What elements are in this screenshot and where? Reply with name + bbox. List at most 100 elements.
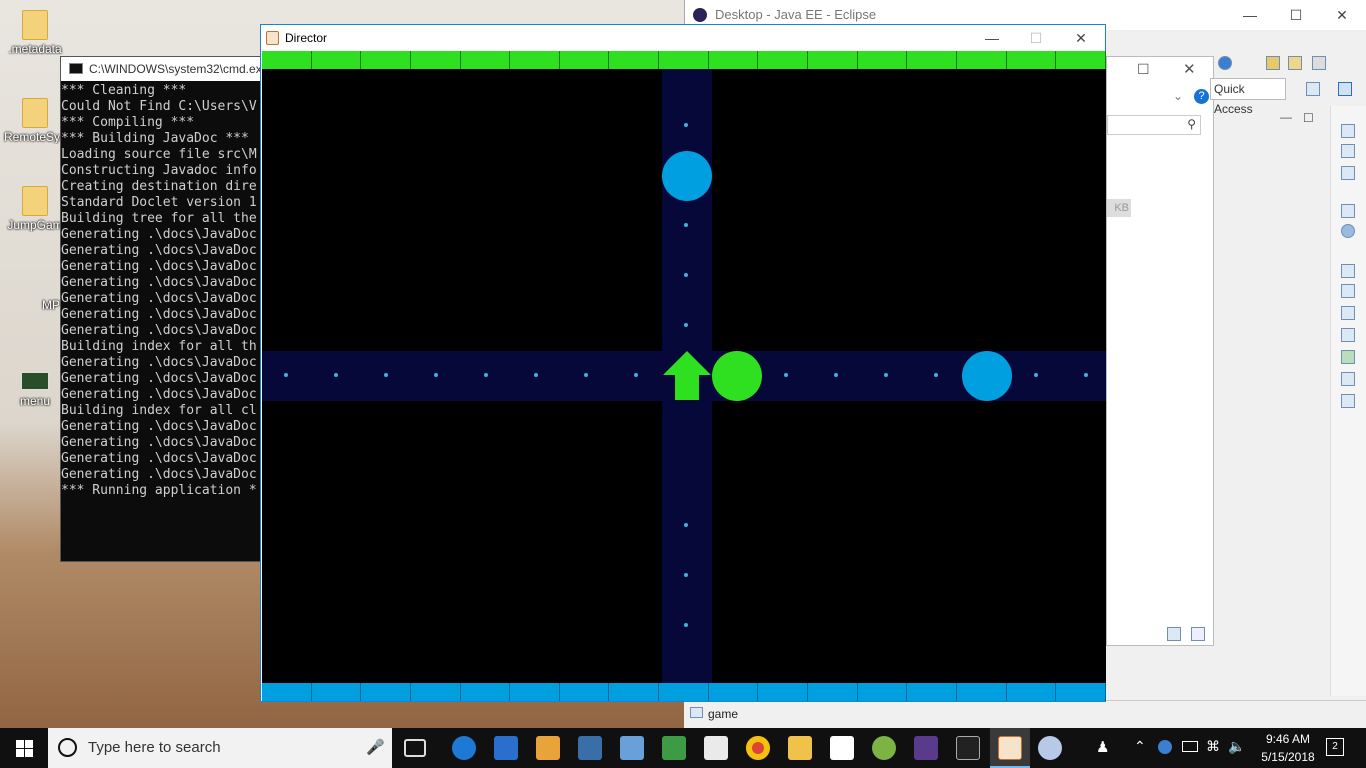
- cmd-line: Constructing Javadoc info: [61, 163, 257, 178]
- store-icon[interactable]: [494, 736, 518, 760]
- pellet: [434, 373, 438, 377]
- trim-restore-icon[interactable]: [1341, 124, 1355, 138]
- trim-properties-icon[interactable]: [1341, 306, 1355, 320]
- chevron-down-icon[interactable]: ⌄: [1173, 89, 1183, 103]
- desktop-icon-mp[interactable]: MP: [20, 298, 60, 312]
- eclipse-taskbar-icon[interactable]: [1038, 736, 1062, 760]
- trim-palette-icon[interactable]: [1341, 224, 1355, 238]
- trim-outline-icon[interactable]: [1341, 144, 1355, 158]
- wall-segment: [460, 51, 511, 69]
- trim-restore2-icon[interactable]: [1341, 204, 1355, 218]
- mail-icon[interactable]: [704, 736, 728, 760]
- wall-segment: [361, 51, 411, 69]
- wall-segment: [262, 683, 312, 701]
- cortana-icon: [58, 738, 77, 757]
- java-icon: [266, 31, 279, 45]
- microphone-icon[interactable]: 🎤: [366, 728, 385, 768]
- status-project-label[interactable]: game: [708, 707, 738, 721]
- wall-segment: [510, 683, 560, 701]
- help-icon[interactable]: ?: [1194, 89, 1209, 104]
- desktop-icon-metadata[interactable]: .metadata: [0, 10, 70, 56]
- sticky-notes-icon[interactable]: [830, 736, 854, 760]
- pellet: [584, 373, 588, 377]
- maximize-button[interactable]: ☐: [1273, 0, 1319, 30]
- inner-close-icon[interactable]: ✕: [1183, 60, 1196, 78]
- project-folder-icon: [690, 707, 703, 718]
- media-player-icon[interactable]: [536, 736, 560, 760]
- trim-servers-icon[interactable]: [1341, 284, 1355, 298]
- cmd-line: Building tree for all the: [61, 211, 257, 226]
- trim-snippets-icon[interactable]: [1341, 350, 1355, 364]
- wall-segment: [1006, 51, 1057, 69]
- trim-problems-icon[interactable]: [1341, 372, 1355, 386]
- trim-restore3-icon[interactable]: [1341, 264, 1355, 278]
- windows-start-icon[interactable]: [16, 740, 33, 757]
- chevron-up-icon[interactable]: ⌃: [1134, 738, 1146, 755]
- battery-icon[interactable]: [1182, 741, 1198, 752]
- view-maximize-icon[interactable]: ☐: [1303, 111, 1314, 125]
- action-center-icon[interactable]: 2: [1326, 738, 1344, 756]
- eclipse-statusbar: game: [684, 700, 1366, 728]
- cmd-window[interactable]: C:\WINDOWS\system32\cmd.ex *** Cleaning …: [60, 56, 265, 562]
- chrome-icon[interactable]: [746, 736, 770, 760]
- wall-segment: [758, 51, 809, 69]
- minimize-button[interactable]: —: [969, 25, 1015, 51]
- pellet: [684, 573, 688, 577]
- task-view-icon[interactable]: [404, 739, 426, 757]
- cmd-line: Building index for all cl: [61, 403, 257, 418]
- cmd-titlebar[interactable]: C:\WINDOWS\system32\cmd.ex: [61, 57, 264, 81]
- perspective-open-icon[interactable]: [1306, 82, 1320, 96]
- view-minimize-icon[interactable]: —: [1280, 110, 1292, 124]
- pellet: [784, 373, 788, 377]
- toolbar-folder-icon[interactable]: [1288, 56, 1302, 70]
- maximize-button[interactable]: ☐: [1013, 25, 1059, 51]
- cmd-line: Generating .\docs\JavaDoc: [61, 371, 257, 386]
- people-icon[interactable]: ♟: [1096, 738, 1109, 756]
- perspective-javaee-icon[interactable]: [1338, 82, 1352, 96]
- inner-maximize-icon[interactable]: ☐: [1137, 61, 1150, 78]
- quick-access-field[interactable]: Quick Access: [1210, 78, 1286, 116]
- virtualbox-icon[interactable]: [578, 736, 602, 760]
- toolbar-brush-icon[interactable]: [1312, 56, 1326, 70]
- wall-segment: [708, 51, 759, 69]
- cmd-icon: [69, 63, 83, 74]
- 3d-box-icon[interactable]: [620, 736, 644, 760]
- director-window[interactable]: Director — ☐ ✕: [260, 24, 1106, 702]
- eclipse-inner-panel[interactable]: ☐ ✕ ⌄ ⚲ KB: [1106, 56, 1214, 646]
- volume-icon[interactable]: 🔈: [1228, 738, 1245, 755]
- onedrive-icon[interactable]: [1158, 740, 1172, 754]
- toolbar-open-icon[interactable]: [1266, 56, 1280, 70]
- inner-search-field[interactable]: ⚲: [1107, 115, 1201, 135]
- cmd-line: Generating .\docs\JavaDoc: [61, 323, 257, 338]
- java-taskbar-button-active[interactable]: [990, 728, 1030, 768]
- wall-segment: [956, 683, 1007, 701]
- chart-app-icon[interactable]: [662, 736, 686, 760]
- director-titlebar[interactable]: Director — ☐ ✕: [261, 25, 1105, 51]
- cmd-taskbar-icon[interactable]: [956, 736, 980, 760]
- wifi-icon[interactable]: ⌘: [1206, 738, 1220, 755]
- trim-console-icon[interactable]: [1341, 394, 1355, 408]
- eclipse-toolbar: [1216, 56, 1336, 74]
- wall-segment: [510, 51, 560, 69]
- game-canvas[interactable]: [262, 51, 1106, 701]
- file-explorer-icon[interactable]: [788, 736, 812, 760]
- wall-segment: [857, 51, 908, 69]
- cmd-output[interactable]: *** Cleaning *** Could Not Find C:\Users…: [61, 81, 264, 499]
- java-icon: [998, 736, 1022, 760]
- trim-tasks-icon[interactable]: [1341, 166, 1355, 180]
- thumbnail-view-icon[interactable]: [1191, 627, 1205, 641]
- search-placeholder: Type here to search: [88, 739, 221, 756]
- trim-data-icon[interactable]: [1341, 328, 1355, 342]
- taskbar-clock[interactable]: 9:46 AM 5/15/2018: [1258, 730, 1318, 766]
- taskbar-search-box[interactable]: Type here to search 🎤: [48, 728, 392, 768]
- android-studio-icon[interactable]: [872, 736, 896, 760]
- search-icon[interactable]: ⚲: [1187, 117, 1196, 131]
- minimize-button[interactable]: —: [1227, 0, 1273, 30]
- close-button[interactable]: ✕: [1058, 25, 1104, 51]
- game-app-icon[interactable]: [914, 736, 938, 760]
- toolbar-run-icon[interactable]: [1218, 56, 1232, 70]
- close-button[interactable]: ✕: [1319, 0, 1365, 30]
- eclipse-icon: [693, 8, 707, 22]
- edge-icon[interactable]: [452, 736, 476, 760]
- details-view-icon[interactable]: [1167, 627, 1181, 641]
